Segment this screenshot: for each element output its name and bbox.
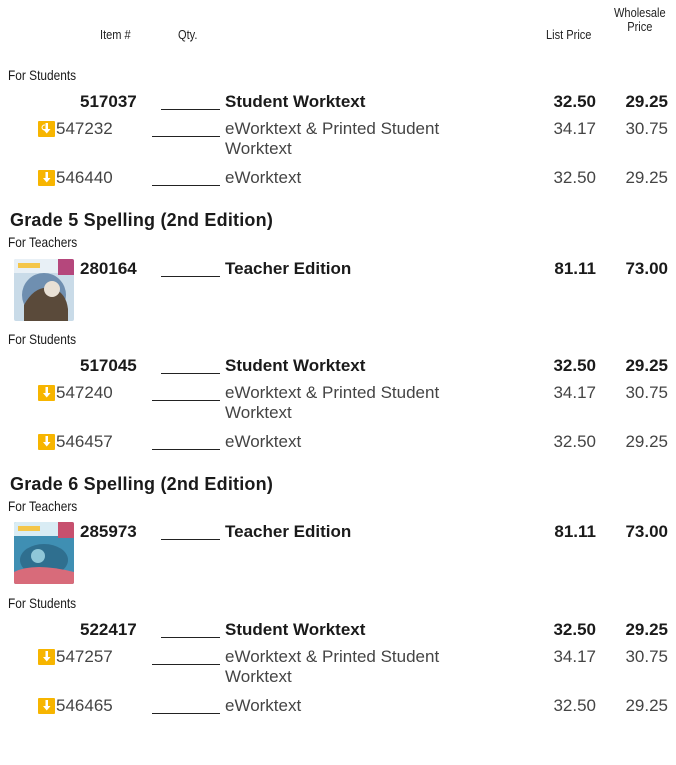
list-price: 81.11: [554, 259, 596, 278]
product-description: Student Worktext: [225, 356, 366, 375]
e-worktext-download-icon: [38, 649, 55, 665]
for-students-label: For Students: [8, 331, 77, 347]
item-number: 280164: [80, 259, 137, 278]
list-price: 32.50: [553, 620, 596, 639]
wholesale-price: 29.25: [625, 432, 668, 451]
for-students-label: For Students: [8, 67, 77, 83]
e-worktext-download-icon: [38, 434, 55, 450]
product-description: eWorktext: [225, 432, 302, 451]
qty-input-line[interactable]: [161, 637, 220, 638]
list-price: 32.50: [553, 92, 596, 111]
qty-input-line[interactable]: [152, 449, 220, 450]
list-price: 32.50: [553, 168, 596, 187]
e-worktext-download-icon: [38, 170, 55, 186]
for-teachers-label: For Teachers: [8, 234, 78, 250]
product-description: eWorktext & Printed Student Worktext: [225, 647, 440, 686]
wholesale-price: 30.75: [625, 119, 668, 138]
product-description: Teacher Edition: [225, 522, 352, 541]
product-row: 517037 Student Worktext 32.50 29.25: [0, 92, 676, 112]
item-number: 547232: [56, 119, 113, 138]
product-row: 280164 Teacher Edition 81.11 73.00: [0, 259, 676, 279]
item-number: 547257: [56, 647, 113, 666]
product-row: 546440 eWorktext 32.50 29.25: [0, 168, 676, 188]
list-price: 81.11: [554, 522, 596, 541]
list-price: 32.50: [553, 356, 596, 375]
qty-input-line[interactable]: [152, 136, 220, 137]
qty-input-line[interactable]: [152, 713, 220, 714]
qty-input-line[interactable]: [161, 276, 220, 277]
e-worktext-download-icon: [38, 385, 55, 401]
for-students-label: For Students: [8, 595, 77, 611]
product-row: 546457 eWorktext 32.50 29.25: [0, 432, 676, 452]
qty-input-line[interactable]: [152, 185, 220, 186]
e-worktext-download-icon: [38, 121, 55, 137]
section-title-grade-6: Grade 6 Spelling (2nd Edition): [10, 474, 274, 494]
qty-input-line[interactable]: [161, 109, 220, 110]
column-header-wholesale-price: Wholesale Price: [614, 6, 666, 34]
item-number: 546440: [56, 168, 113, 187]
product-row: 547240 eWorktext & Printed Student Workt…: [0, 383, 676, 422]
wholesale-price: 30.75: [625, 383, 668, 402]
list-price: 34.17: [553, 383, 596, 402]
wholesale-price: 29.25: [625, 92, 668, 111]
wholesale-label-line1: Wholesale: [614, 5, 666, 20]
for-teachers-label: For Teachers: [8, 498, 78, 514]
list-price: 32.50: [553, 432, 596, 451]
product-description: Student Worktext: [225, 92, 366, 111]
qty-input-line[interactable]: [161, 373, 220, 374]
section-title-grade-5: Grade 5 Spelling (2nd Edition): [10, 210, 274, 230]
product-description: eWorktext & Printed Student Worktext: [225, 119, 440, 158]
wholesale-label-line2: Price: [627, 19, 653, 34]
qty-input-line[interactable]: [152, 400, 220, 401]
product-description: eWorktext & Printed Student Worktext: [225, 383, 440, 422]
product-description: eWorktext: [225, 696, 302, 715]
column-header-qty: Qty.: [178, 27, 198, 42]
wholesale-price: 30.75: [625, 647, 668, 666]
item-number: 546457: [56, 432, 113, 451]
item-number: 517037: [80, 92, 137, 111]
wholesale-price: 73.00: [625, 522, 668, 541]
item-number: 546465: [56, 696, 113, 715]
product-row: 522417 Student Worktext 32.50 29.25: [0, 620, 676, 640]
product-row: 517045 Student Worktext 32.50 29.25: [0, 356, 676, 376]
qty-input-line[interactable]: [161, 539, 220, 540]
product-row: 546465 eWorktext 32.50 29.25: [0, 696, 676, 716]
product-description: Teacher Edition: [225, 259, 352, 278]
e-worktext-download-icon: [38, 698, 55, 714]
product-row: 547257 eWorktext & Printed Student Workt…: [0, 647, 676, 686]
item-number: 547240: [56, 383, 113, 402]
item-number: 517045: [80, 356, 137, 375]
wholesale-price: 29.25: [625, 696, 668, 715]
qty-input-line[interactable]: [152, 664, 220, 665]
wholesale-price: 73.00: [625, 259, 668, 278]
list-price: 34.17: [553, 647, 596, 666]
list-price: 32.50: [553, 696, 596, 715]
product-row: 285973 Teacher Edition 81.11 73.00: [0, 522, 676, 542]
product-description: Student Worktext: [225, 620, 366, 639]
wholesale-price: 29.25: [625, 356, 668, 375]
item-number: 285973: [80, 522, 137, 541]
column-header-item: Item #: [100, 27, 131, 42]
column-header-list-price: List Price: [546, 27, 592, 42]
wholesale-price: 29.25: [625, 168, 668, 187]
product-description: eWorktext: [225, 168, 302, 187]
product-row: 547232 eWorktext & Printed Student Workt…: [0, 119, 676, 158]
wholesale-price: 29.25: [625, 620, 668, 639]
list-price: 34.17: [553, 119, 596, 138]
item-number: 522417: [80, 620, 137, 639]
